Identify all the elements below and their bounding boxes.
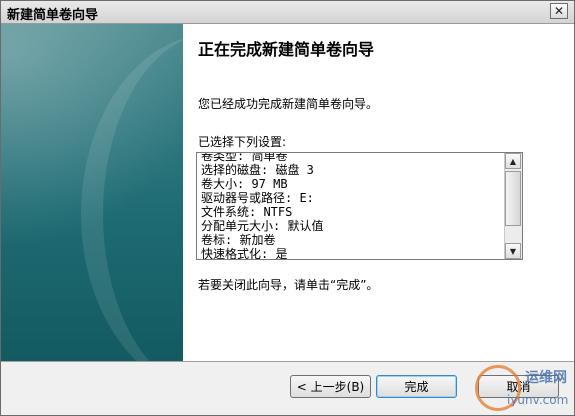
window-title: 新建简单卷向导	[7, 8, 99, 23]
setting-line-quick-format: 快速格式化: 是	[201, 247, 288, 260]
setting-line-volume-label: 卷标: 新加卷	[201, 233, 276, 247]
wizard-banner	[1, 24, 183, 361]
setting-line-drive-letter: 驱动器号或路径: E:	[201, 191, 314, 205]
title-bar[interactable]: 新建简单卷向导 ✕	[1, 1, 574, 24]
page-heading: 正在完成新建简单卷向导	[198, 40, 375, 59]
wizard-window: 新建简单卷向导 ✕ 正在完成新建简单卷向导 您已经成功完成新建简单卷向导。 已选…	[0, 0, 575, 416]
setting-line-volume-size: 卷大小: 97 MB	[201, 177, 288, 191]
close-button[interactable]: ✕	[550, 3, 568, 19]
cancel-button[interactable]: 取消	[478, 375, 559, 398]
setting-line-volume-type: 卷类型: 简单卷	[201, 152, 288, 163]
success-message: 您已经成功完成新建简单卷向导。	[198, 97, 379, 111]
wizard-content: 正在完成新建简单卷向导 您已经成功完成新建简单卷向导。 已选择下列设置: 卷类型…	[183, 24, 574, 361]
close-icon: ✕	[553, 4, 565, 18]
button-bar: < 上一步(B) 完成 取消	[1, 361, 574, 415]
arrow-down-icon: ▼	[509, 246, 517, 256]
settings-scrollbar[interactable]: ▲ ▼	[504, 153, 522, 259]
settings-lines: 卷类型: 简单卷 选择的磁盘: 磁盘 3 卷大小: 97 MB 驱动器号或路径:…	[201, 152, 499, 260]
finish-instruction: 若要关闭此向导，请单击“完成”。	[198, 278, 379, 292]
scroll-down-button[interactable]: ▼	[505, 243, 521, 259]
setting-line-disk: 选择的磁盘: 磁盘 3	[201, 163, 314, 177]
arrow-up-icon: ▲	[509, 156, 517, 166]
scroll-up-button[interactable]: ▲	[505, 153, 521, 169]
settings-list[interactable]: 卷类型: 简单卷 选择的磁盘: 磁盘 3 卷大小: 97 MB 驱动器号或路径:…	[196, 152, 523, 260]
setting-line-allocation-unit: 分配单元大小: 默认值	[201, 219, 324, 233]
finish-button[interactable]: 完成	[376, 375, 457, 398]
back-button[interactable]: < 上一步(B)	[290, 375, 371, 398]
setting-line-file-system: 文件系统: NTFS	[201, 205, 293, 219]
settings-label: 已选择下列设置:	[198, 135, 287, 149]
scroll-thumb[interactable]	[505, 171, 521, 226]
